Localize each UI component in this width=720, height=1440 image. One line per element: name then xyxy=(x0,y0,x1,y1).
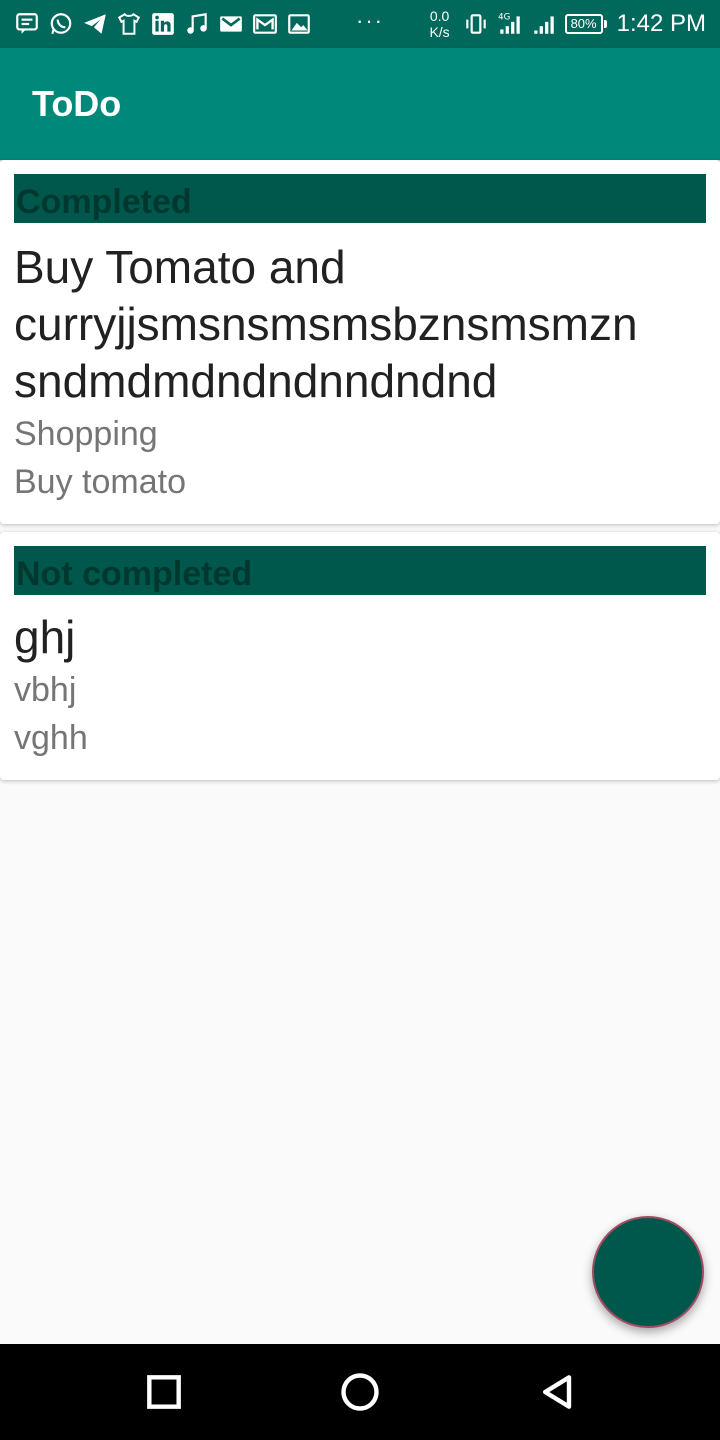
add-task-button[interactable] xyxy=(592,1216,704,1328)
back-icon[interactable] xyxy=(534,1368,582,1416)
tshirt-icon xyxy=(116,11,142,37)
network-speed: 0.0 K/s xyxy=(425,8,455,40)
task-title: ghj xyxy=(14,611,76,663)
network-type-label: 4G xyxy=(498,13,510,23)
task-item[interactable]: ghj vbhj vghh xyxy=(14,609,706,762)
task-category: Shopping xyxy=(14,415,158,453)
task-title: Buy Tomato and curryjjsmsnsmsmsbznsmsmzn… xyxy=(14,241,638,407)
notification-icons: ··· xyxy=(14,10,384,38)
image-icon xyxy=(286,11,312,37)
whatsapp-icon xyxy=(48,11,74,37)
clock: 1:42 PM xyxy=(616,10,706,37)
task-description: vghh xyxy=(14,719,88,757)
completed-section-header: Completed xyxy=(14,174,706,223)
network-speed-value: 0.0 xyxy=(429,8,450,24)
linkedin-icon xyxy=(150,11,176,37)
signal-4g-icon: 4G xyxy=(497,11,523,37)
app-bar: ToDo xyxy=(0,48,720,160)
task-item[interactable]: Buy Tomato and curryjjsmsnsmsmsbznsmsmzn… xyxy=(14,239,706,506)
telegram-icon xyxy=(82,11,108,37)
not-completed-section-card: Not completed ghj vbhj vghh xyxy=(0,532,720,780)
navigation-bar xyxy=(0,1344,720,1440)
status-bar: ··· 0.0 K/s 4G 80% 1:42 PM xyxy=(0,0,720,48)
completed-section-card: Completed Buy Tomato and curryjjsmsnsmsm… xyxy=(0,160,720,524)
recent-apps-icon[interactable] xyxy=(140,1368,188,1416)
message-icon xyxy=(14,11,40,37)
vibrate-icon xyxy=(463,11,489,37)
task-description: Buy tomato xyxy=(14,463,186,501)
battery-indicator: 80% xyxy=(564,14,607,34)
gmail-icon xyxy=(252,11,278,37)
music-icon xyxy=(184,11,210,37)
home-icon[interactable] xyxy=(336,1368,384,1416)
signal-icon xyxy=(531,11,557,37)
task-category: vbhj xyxy=(14,671,77,709)
app-title: ToDo xyxy=(32,83,122,124)
not-completed-section-header: Not completed xyxy=(14,546,706,595)
gmail-icon xyxy=(218,11,244,37)
more-notifications: ··· xyxy=(356,8,384,33)
network-speed-unit: K/s xyxy=(429,24,450,40)
